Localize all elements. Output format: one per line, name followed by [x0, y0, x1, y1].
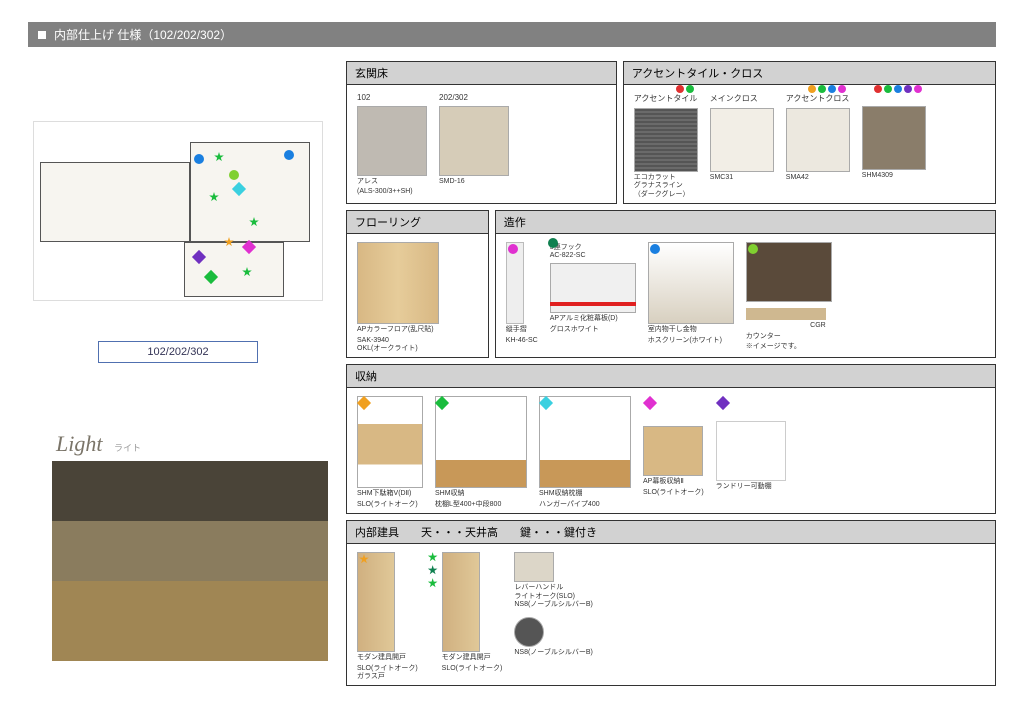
panel-zousaku: 造作 縦手摺 KH-46-SC 3連フック AC-822-SC: [495, 210, 996, 358]
page-title: 内部仕上げ 仕様（102/202/302）: [54, 26, 232, 43]
panel-shuno: 収納 SHM下駄箱V(DⅡ) SLO(ライトオーク) SHM収納 枕棚L型400…: [346, 364, 996, 514]
left-column: 102/202/302 Light ライト: [28, 61, 328, 686]
swatch-shuno-2: SHM収納 枕棚L型400+中段800: [435, 396, 527, 509]
swatch-zousaku-4: CGR カウンター ※イメージです。: [746, 242, 832, 351]
swatch-tategu-2: モダン建具開戸 SLO(ライトオーク): [430, 552, 503, 673]
room-selector: 102/202/302: [98, 341, 258, 363]
swatch-genkan-2: 202/302 SMD-16: [439, 93, 509, 186]
panel-title: 収納: [347, 365, 995, 388]
swatch-zousaku-1: 縦手摺 KH-46-SC: [506, 242, 538, 345]
panel-tategu: 内部建具 天・・・天井高 鍵・・・鍵付き モダン建具開戸 SLO(ライトオーク)…: [346, 520, 996, 686]
swatch-tategu-3: レバーハンドル ライトオーク(SLO) NS8(ノーブルシルバーB) NS8(ノ…: [514, 552, 593, 658]
panel-title: 造作: [496, 211, 995, 234]
swatch-accent-2: メインクロス SMC31: [710, 93, 774, 182]
panel-genkan: 玄関床 102 アレス (ALS-300/3++SH) 202/302 SMD-…: [346, 61, 617, 204]
swatch-flooring: APカラーフロア(乱尺貼) SAK-3940 OKL(オークライト): [357, 242, 439, 353]
swatch-tategu-1: モダン建具開戸 SLO(ライトオーク) ガラス戸: [357, 552, 418, 681]
floor-plan-image: [33, 121, 323, 301]
panel-title: 玄関床: [347, 62, 616, 85]
swatch-accent-1: アクセントタイル エコカラット グラナスライン （ダークグレー）: [634, 93, 698, 199]
swatch-genkan-1: 102 アレス (ALS-300/3++SH): [357, 93, 427, 197]
right-column: 玄関床 102 アレス (ALS-300/3++SH) 202/302 SMD-…: [346, 61, 996, 686]
swatch-accent-4: SHM4309: [862, 93, 926, 180]
interior-photo: [52, 461, 328, 661]
swatch-shuno-5: ランドリー可動棚: [716, 396, 786, 491]
spec-sheet: 内部仕上げ 仕様（102/202/302）: [0, 0, 1024, 724]
swatch-shuno-3: SHM収納枕棚 ハンガーパイプ400: [539, 396, 631, 509]
panel-title: フローリング: [347, 211, 488, 234]
swatch-shuno-1: SHM下駄箱V(DⅡ) SLO(ライトオーク): [357, 396, 423, 509]
panel-accent: アクセントタイル・クロス アクセントタイル エコカラット グラナスライン （ダー…: [623, 61, 996, 204]
panel-flooring: フローリング APカラーフロア(乱尺貼) SAK-3940 OKL(オークライト…: [346, 210, 489, 358]
square-icon: [38, 31, 46, 39]
swatch-zousaku-3: 室内物干し金物 ホスクリーン(ホワイト): [648, 242, 734, 345]
title-bar: 内部仕上げ 仕様（102/202/302）: [28, 22, 996, 47]
swatch-shuno-4: AP幕板収納Ⅱ SLO(ライトオーク): [643, 396, 704, 497]
swatch-zousaku-2: 3連フック AC-822-SC APアルミ化粧幕板(D) グロスホワイト: [550, 242, 636, 334]
panel-title: アクセントタイル・クロス: [624, 62, 995, 85]
swatch-accent-3: アクセントクロス SMA42: [786, 93, 850, 182]
light-theme-label: Light ライト: [56, 431, 328, 457]
panel-title: 内部建具 天・・・天井高 鍵・・・鍵付き: [347, 521, 995, 544]
